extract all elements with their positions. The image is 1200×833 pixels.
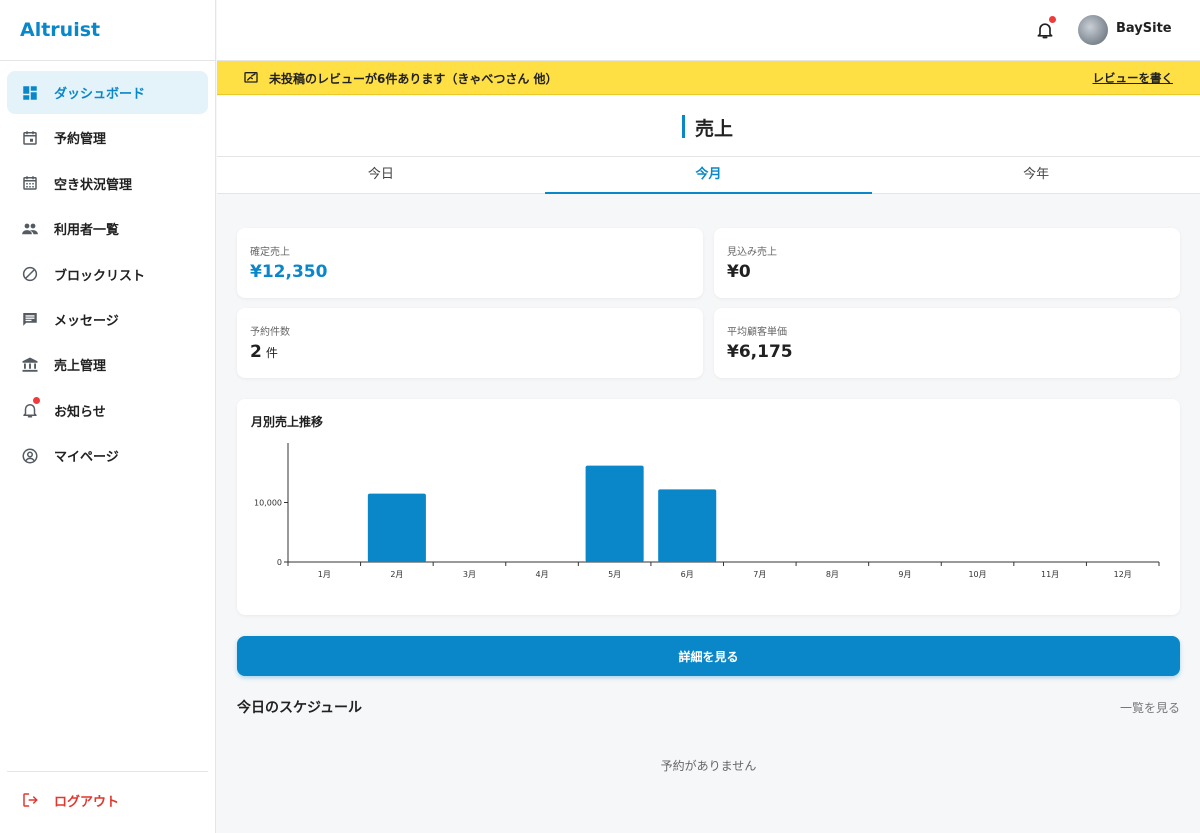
review-icon: [244, 72, 258, 83]
x-tick-label: 9月: [898, 570, 911, 579]
logout-section: ログアウト: [7, 771, 208, 828]
notification-button[interactable]: [1035, 16, 1056, 41]
x-tick-label: 1月: [318, 570, 331, 579]
sidebar-item-label: ダッシュボード: [54, 87, 146, 102]
top-bar: BaySite: [217, 0, 1200, 61]
avatar[interactable]: [1078, 15, 1108, 45]
sidebar-item-account-circle[interactable]: マイページ: [7, 434, 208, 477]
block-icon: [21, 265, 39, 283]
sidebar-item-bell[interactable]: お知らせ: [7, 389, 208, 432]
empty-schedule-text: 予約がありません: [660, 759, 757, 773]
account-circle-icon: [21, 447, 39, 465]
notification-dot: [1049, 16, 1056, 23]
bar-2月: [367, 493, 426, 562]
x-tick-label: 12月: [1114, 570, 1132, 579]
tab-this-year[interactable]: 今年: [872, 157, 1200, 193]
sidebar-item-label: 売上管理: [54, 359, 107, 375]
write-review-link[interactable]: レビューを書く: [1093, 70, 1174, 86]
username[interactable]: BaySite: [1116, 21, 1172, 36]
period-tabs: 今日 今月 今年: [217, 157, 1200, 194]
confirmed-sales-card: 確定売上 ¥12,350: [237, 228, 703, 298]
x-tick-label: 10月: [968, 570, 986, 579]
page-title: 売上: [682, 114, 733, 141]
sidebar-item-label: お知らせ: [54, 404, 106, 420]
stat-unit: 件: [265, 346, 278, 360]
sidebar-item-label: ブロックリスト: [54, 268, 146, 284]
stat-label: 平均顧客単価: [727, 327, 787, 338]
x-tick-label: 3月: [463, 570, 476, 579]
booking-count-card: 予約件数 2件: [237, 308, 703, 378]
sidebar-item-calendar[interactable]: 予約管理: [7, 116, 208, 159]
sidebar-item-block[interactable]: ブロックリスト: [7, 253, 208, 296]
x-tick-label: 4月: [535, 570, 548, 579]
stat-value: ¥12,350: [250, 262, 328, 282]
bell-icon: [21, 397, 40, 419]
calendar-grid-icon: [21, 174, 39, 192]
x-tick-label: 7月: [753, 570, 766, 579]
title-bar: 売上: [217, 96, 1200, 157]
logout-label: ログアウト: [54, 794, 120, 810]
stat-value: ¥0: [727, 262, 751, 282]
sidebar-item-label: 利用者一覧: [54, 223, 120, 239]
tab-this-month[interactable]: 今月: [544, 157, 873, 194]
view-details-button[interactable]: 詳細を見る: [237, 636, 1180, 676]
sidebar-nav: ダッシュボード 予約管理空き状況管理 利用者一覧ブロックリスト メッセージ売上管理お知…: [0, 61, 215, 477]
x-tick-label: 5月: [608, 570, 621, 579]
x-tick-label: 8月: [826, 570, 839, 579]
bar-5月: [585, 465, 644, 562]
sidebar-item-message[interactable]: メッセージ: [7, 298, 208, 341]
sidebar-item-people[interactable]: 利用者一覧: [7, 207, 208, 250]
stat-label: 予約件数: [250, 327, 290, 338]
brand-logo[interactable]: Altruist: [0, 0, 215, 61]
schedule-title: 今日のスケジュール: [237, 700, 363, 716]
monthly-sales-chart: 0 10,000 1月 2月 3月 4月 5月 6月 7月 8月 9月 10月 11月 12月: [254, 443, 1160, 579]
sidebar-item-label: 空き状況管理: [54, 177, 133, 193]
stat-number: 2: [250, 342, 262, 362]
y-tick-label: 0: [277, 558, 282, 567]
x-tick-label: 6月: [681, 570, 694, 579]
dashboard-icon: [21, 84, 39, 102]
logout-button[interactable]: ログアウト: [7, 772, 208, 828]
stat-value: ¥6,175: [727, 342, 793, 362]
stat-value: 2件: [250, 342, 278, 362]
sidebar-item-label: マイページ: [54, 450, 119, 466]
sidebar-item-label: メッセージ: [54, 313, 119, 329]
sidebar: Altruist ダッシュボード 予約管理空き状況管理 利用者一覧ブロックリスト メッ…: [0, 0, 216, 833]
sidebar-item-calendar-grid[interactable]: 空き状況管理: [7, 162, 208, 205]
people-icon: [21, 220, 39, 238]
sidebar-item-dashboard[interactable]: ダッシュボード: [7, 71, 208, 114]
y-tick-label: 10,000: [254, 499, 282, 508]
message-icon: [21, 310, 39, 328]
bar-6月: [658, 489, 717, 562]
view-all-link[interactable]: 一覧を見る: [1120, 699, 1180, 716]
logout-icon: [21, 791, 39, 809]
tab-today[interactable]: 今日: [217, 157, 545, 193]
x-tick-label: 11月: [1041, 570, 1059, 579]
bank-icon: [21, 356, 39, 374]
banner-text: 未投稿のレビューが6件あります（きゃべつさん 他）: [269, 72, 558, 86]
stat-label: 確定売上: [250, 247, 290, 258]
calendar-icon: [21, 129, 39, 147]
x-tick-label: 2月: [390, 570, 403, 579]
sidebar-item-label: 予約管理: [54, 132, 107, 148]
stat-label: 見込み売上: [727, 247, 777, 258]
monthly-sales-chart-card: 月別売上推移 0 10,000 1月 2月 3月 4月 5月 6月 7月 8月 9月 10月 11月 12…: [237, 399, 1180, 615]
average-price-card: 平均顧客単価 ¥6,175: [714, 308, 1180, 378]
expected-sales-card: 見込み売上 ¥0: [714, 228, 1180, 298]
review-banner: 未投稿のレビューが6件あります（きゃべつさん 他） レビューを書く: [217, 61, 1200, 95]
sidebar-item-bank[interactable]: 売上管理: [7, 343, 208, 386]
